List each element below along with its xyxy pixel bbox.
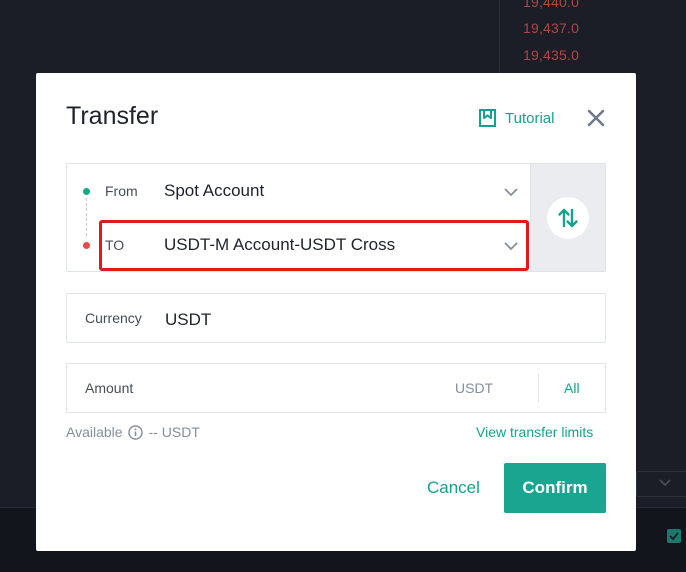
orderbook-price: 19,435.0 — [523, 47, 580, 63]
amount-label: Amount — [85, 380, 134, 396]
amount-field: Amount USDT All — [66, 363, 606, 413]
amount-divider — [538, 374, 539, 402]
chevron-down-icon[interactable] — [504, 188, 518, 197]
orderbook-price: 19,437.0 — [523, 20, 580, 36]
close-icon[interactable] — [586, 108, 606, 128]
available-value: -- USDT — [148, 424, 200, 440]
background-checkbox — [667, 529, 681, 543]
transfer-dialog: Transfer Tutorial From Spot Account TO U… — [36, 73, 636, 551]
to-dot — [83, 242, 90, 249]
orderbook-price: 19,440.0 — [523, 0, 580, 10]
check-icon — [669, 532, 679, 541]
tutorial-link[interactable]: Tutorial — [479, 108, 554, 128]
from-dot — [83, 188, 90, 195]
dialog-title: Transfer — [66, 102, 159, 130]
from-account-value: Spot Account — [164, 181, 265, 200]
available-label: Available — [66, 424, 123, 440]
swap-arrows-icon — [558, 208, 578, 228]
view-transfer-limits-link[interactable]: View transfer limits — [476, 424, 593, 440]
swap-accounts-button[interactable] — [547, 197, 589, 239]
currency-label: Currency — [85, 310, 142, 326]
chevron-down-icon[interactable] — [504, 242, 518, 251]
chevron-down-icon — [659, 479, 671, 487]
available-balance: Available -- USDT — [66, 423, 200, 441]
dashed-connector — [86, 198, 87, 236]
cancel-button[interactable]: Cancel — [427, 478, 480, 498]
confirm-button[interactable]: Confirm — [504, 463, 606, 513]
to-account-value: USDT-M Account-USDT Cross — [164, 235, 396, 254]
to-label: TO — [105, 237, 125, 253]
amount-unit: USDT — [455, 380, 494, 396]
background-select — [636, 471, 686, 497]
currency-select[interactable]: Currency USDT — [66, 293, 606, 343]
swap-panel — [530, 164, 605, 271]
account-selector: From Spot Account TO USDT-M Account-USDT… — [66, 163, 606, 272]
from-label: From — [105, 183, 138, 199]
bookmark-icon — [479, 109, 496, 127]
currency-value[interactable]: USDT — [165, 310, 211, 330]
amount-input[interactable] — [157, 376, 437, 402]
max-amount-button[interactable]: All — [564, 380, 580, 396]
info-icon[interactable] — [127, 424, 143, 440]
tutorial-label: Tutorial — [505, 109, 555, 127]
